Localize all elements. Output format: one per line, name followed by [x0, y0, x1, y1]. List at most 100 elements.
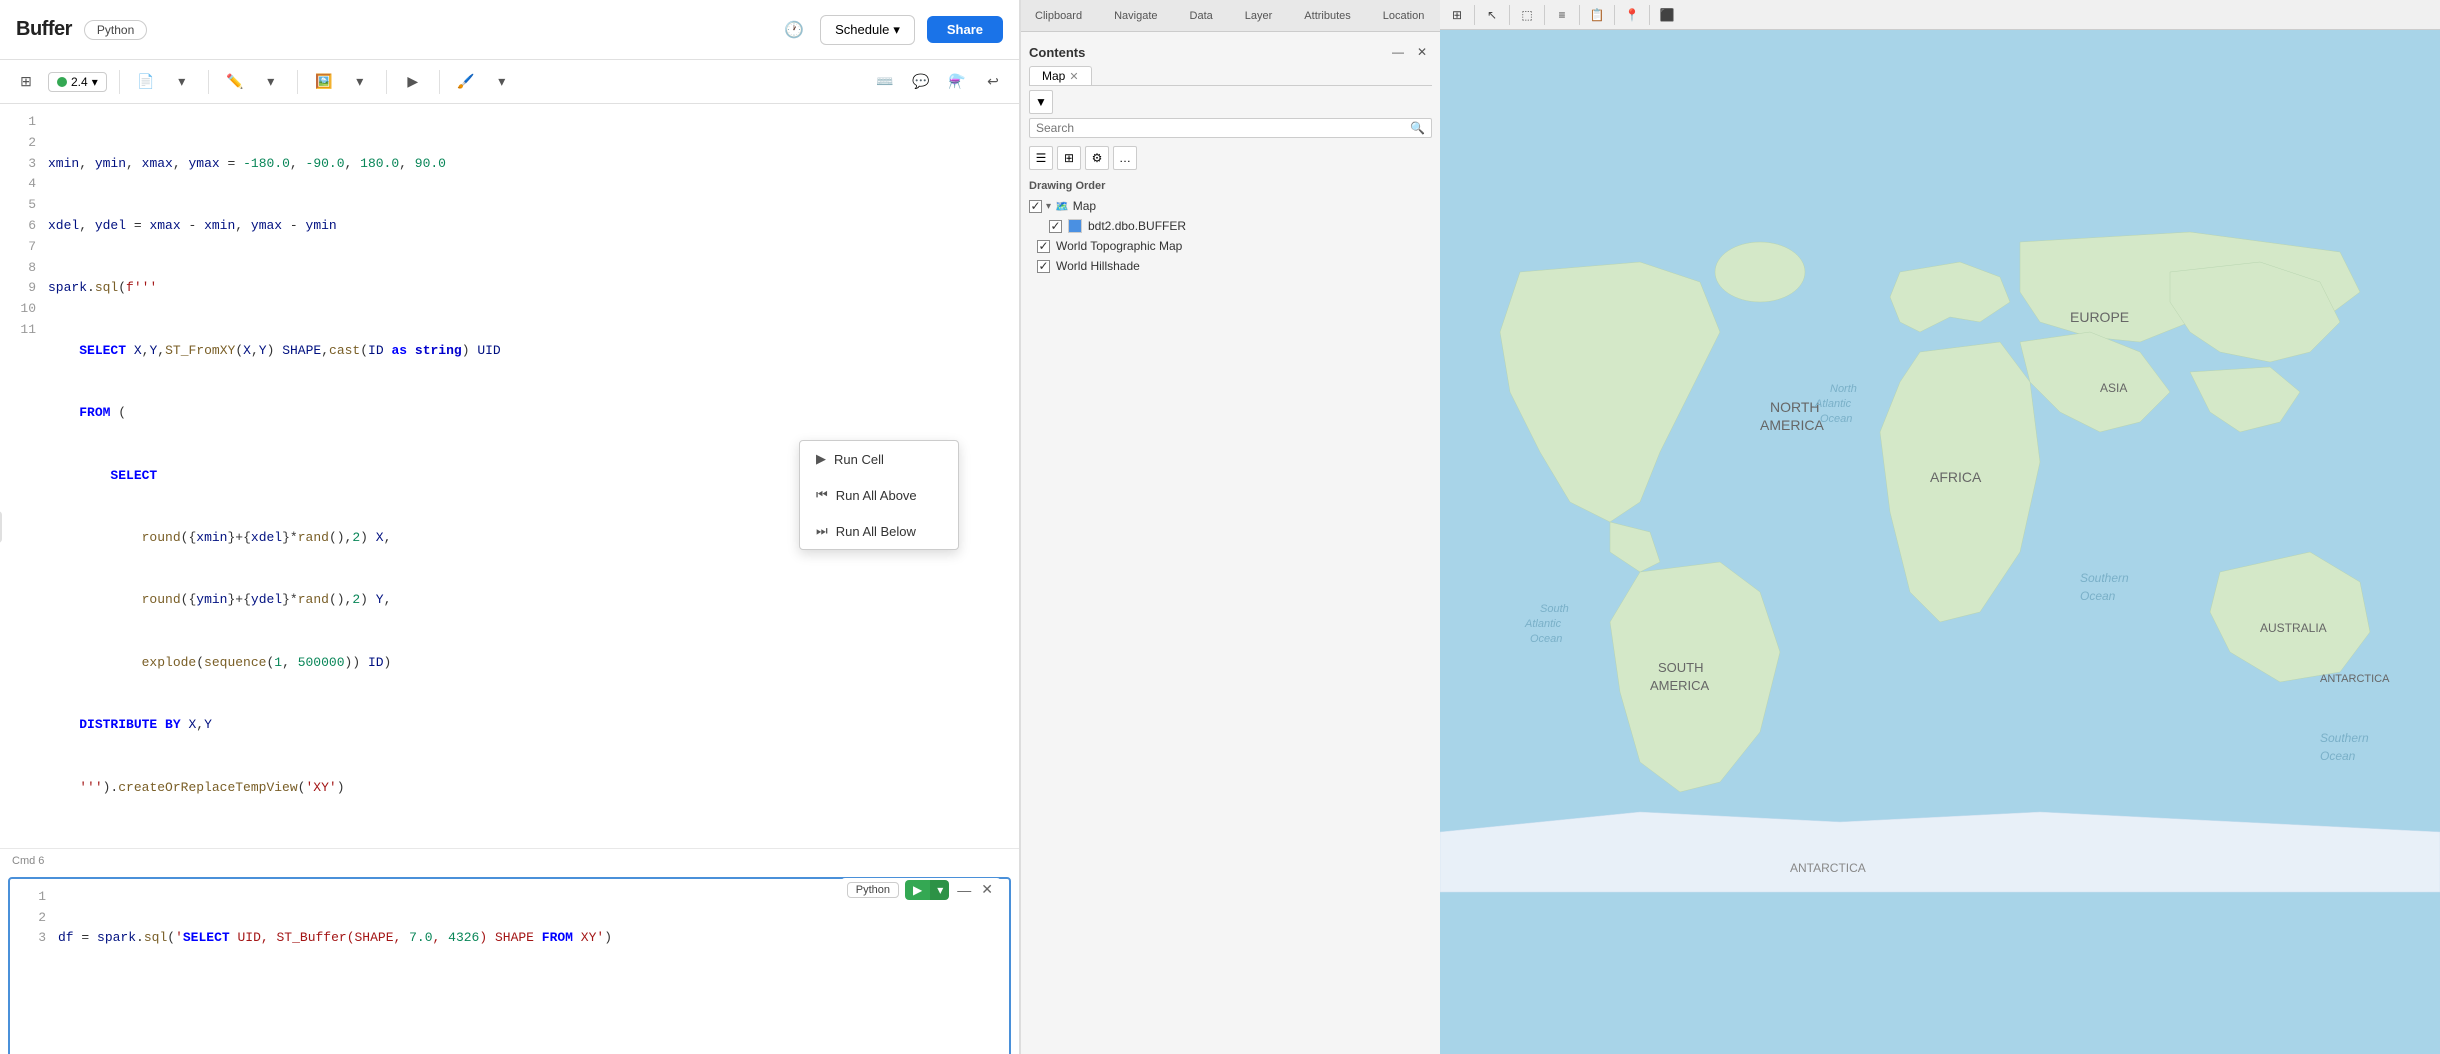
- minimize-panel-button[interactable]: —: [1388, 42, 1408, 62]
- buffer-layer-item[interactable]: ✓ bdt2.dbo.BUFFER: [1029, 216, 1432, 236]
- cell-minimize-button[interactable]: —: [955, 882, 973, 898]
- svg-text:AFRICA: AFRICA: [1930, 469, 1982, 485]
- map-group-layer[interactable]: ✓ ▾ 🗺️ Map: [1029, 196, 1432, 216]
- map-tab[interactable]: Map ✕: [1029, 66, 1092, 85]
- filter-by-type-button[interactable]: ▼: [1029, 90, 1053, 114]
- selection-tool-button[interactable]: ⬛: [1654, 2, 1680, 28]
- svg-text:ANTARCTICA: ANTARCTICA: [1790, 861, 1866, 875]
- sidebar-toggle[interactable]: ›: [0, 511, 2, 543]
- toolbar-divider-5: [439, 70, 440, 94]
- location-tab[interactable]: Location: [1375, 6, 1433, 26]
- cells-area: 12345 67891011 xmin, ymin, xmax, ymax = …: [0, 104, 1019, 1054]
- map-view[interactable]: NORTH AMERICA EUROPE ASIA AFRICA SOUTH A…: [1440, 30, 2440, 1054]
- select-tool-button[interactable]: ⬚: [1514, 2, 1540, 28]
- cell-close-button[interactable]: ✕: [979, 881, 995, 898]
- world-topo-label: World Topographic Map: [1056, 239, 1182, 253]
- run-all-above-label: Run All Above: [836, 488, 917, 503]
- clipboard-tab[interactable]: Clipboard: [1027, 6, 1090, 26]
- attributes-tab[interactable]: Attributes: [1296, 6, 1358, 26]
- svg-text:SOUTH: SOUTH: [1658, 660, 1704, 675]
- flask-icon[interactable]: ⚗️: [943, 68, 971, 96]
- filter-bar: ☰ ⊞ ⚙ …: [1029, 142, 1432, 174]
- buffer-layer-label: bdt2.dbo.BUFFER: [1088, 219, 1186, 233]
- keyboard-icon[interactable]: ⌨️: [871, 68, 899, 96]
- map-group-checkbox[interactable]: ✓: [1029, 200, 1042, 213]
- run-all-below-icon: ⏭: [816, 523, 828, 539]
- expand-map-arrow: ▾: [1046, 201, 1051, 212]
- cell-2-code[interactable]: 123 df = spark.sql('SELECT UID, ST_Buffe…: [10, 879, 1009, 1054]
- layer-tool-button[interactable]: ≡: [1549, 2, 1575, 28]
- brush-icon[interactable]: 🖌️: [452, 68, 480, 96]
- run-all-below-menu-item[interactable]: ⏭ Run All Below: [800, 513, 958, 549]
- buffer-layer-checkbox[interactable]: ✓: [1049, 220, 1062, 233]
- tool-divider-5: [1614, 5, 1615, 25]
- svg-text:Atlantic: Atlantic: [1814, 398, 1852, 410]
- arcgis-map-toolbar: ⊞ ↖ ⬚ ≡ 📋 📍 ⬛: [1440, 0, 2440, 30]
- cell-language-badge: Python: [847, 882, 899, 898]
- arcgis-top-ribbon: Clipboard Navigate Data Layer Attributes…: [1021, 0, 1440, 32]
- image-icon[interactable]: 🖼️: [310, 68, 338, 96]
- edit-chevron-icon[interactable]: ▾: [257, 68, 285, 96]
- svg-text:Ocean: Ocean: [2320, 749, 2356, 763]
- contents-title: Contents: [1029, 45, 1085, 60]
- svg-text:Ocean: Ocean: [1530, 633, 1562, 645]
- run-all-below-label: Run All Below: [836, 524, 916, 539]
- run-cell-button[interactable]: ▶: [905, 880, 930, 900]
- version-selector[interactable]: 2.4 ▾: [48, 72, 107, 92]
- buffer-layer-color-swatch: [1068, 219, 1082, 233]
- doc-icon[interactable]: 📄: [132, 68, 160, 96]
- run-all-above-menu-item[interactable]: ⏮ Run All Above: [800, 477, 958, 513]
- copy-tool-button[interactable]: ⊞: [1444, 2, 1470, 28]
- layer-tab[interactable]: Layer: [1237, 6, 1281, 26]
- cell-2-content: df = spark.sql('SELECT UID, ST_Buffer(SH…: [58, 887, 1009, 1054]
- run-dropdown-chevron-button[interactable]: ▾: [930, 880, 949, 900]
- map-view-panel: ⊞ ↖ ⬚ ≡ 📋 📍 ⬛: [1440, 0, 2440, 1054]
- svg-text:NORTH: NORTH: [1770, 399, 1820, 415]
- data-tab[interactable]: Data: [1182, 6, 1221, 26]
- edit-icon[interactable]: ✏️: [221, 68, 249, 96]
- image-chevron-icon[interactable]: ▾: [346, 68, 374, 96]
- svg-text:AUSTRALIA: AUSTRALIA: [2260, 621, 2327, 635]
- history-icon[interactable]: ↩: [979, 68, 1007, 96]
- run-icon[interactable]: ▶: [399, 68, 427, 96]
- cell-2-line-numbers: 123: [10, 887, 58, 1054]
- layer-list-icon[interactable]: ☰: [1029, 146, 1053, 170]
- share-button[interactable]: Share: [927, 16, 1003, 43]
- navigate-tab[interactable]: Navigate: [1106, 6, 1165, 26]
- map-tab-close-icon[interactable]: ✕: [1069, 70, 1078, 83]
- world-hillshade-checkbox[interactable]: ✓: [1037, 260, 1050, 273]
- grid-view-icon[interactable]: ⊞: [1057, 146, 1081, 170]
- arcgis-contents-panel: Contents — ✕ Map ✕ ▼ 🔍 ☰ ⊞ ⚙ …: [1021, 32, 1440, 282]
- world-topo-layer[interactable]: ✓ World Topographic Map: [1029, 236, 1432, 256]
- cluster-icon[interactable]: ⊞: [12, 68, 40, 96]
- navigate-tool-button[interactable]: ↖: [1479, 2, 1505, 28]
- world-hillshade-layer[interactable]: ✓ World Hillshade: [1029, 256, 1432, 276]
- close-panel-button[interactable]: ✕: [1412, 42, 1432, 62]
- chevron-down-icon[interactable]: ▾: [168, 68, 196, 96]
- search-box: 🔍: [1029, 118, 1432, 138]
- search-input[interactable]: [1036, 121, 1410, 135]
- world-topo-checkbox[interactable]: ✓: [1037, 240, 1050, 253]
- svg-text:ASIA: ASIA: [2100, 381, 2127, 395]
- contents-controls: — ✕: [1388, 42, 1432, 62]
- more-options-icon[interactable]: …: [1113, 146, 1137, 170]
- notebook-toolbar: ⊞ 2.4 ▾ 📄 ▾ ✏️ ▾ 🖼️ ▾ ▶ 🖌️ ▾ ⌨️ 💬 ⚗️ ↩: [0, 60, 1019, 104]
- comment-icon[interactable]: 💬: [907, 68, 935, 96]
- map-group-label: Map: [1073, 199, 1096, 213]
- toolbar-divider-1: [119, 70, 120, 94]
- svg-text:South: South: [1540, 603, 1569, 615]
- world-hillshade-label: World Hillshade: [1056, 259, 1140, 273]
- location-tool-button[interactable]: 📍: [1619, 2, 1645, 28]
- svg-text:Atlantic: Atlantic: [1524, 618, 1562, 630]
- schedule-label: Schedule: [835, 22, 889, 37]
- toolbar-divider-2: [208, 70, 209, 94]
- options-icon[interactable]: ⚙: [1085, 146, 1109, 170]
- map-tab-label: Map: [1042, 69, 1065, 83]
- attributes-tool-button[interactable]: 📋: [1584, 2, 1610, 28]
- notebook-panel: Buffer Python 🕐 Schedule ▾ Share ⊞ 2.4 ▾…: [0, 0, 1020, 1054]
- svg-text:AMERICA: AMERICA: [1760, 417, 1824, 433]
- cell-2-active[interactable]: Python ▶ ▾ — ✕ 123 df = spark.sql('SELEC…: [8, 877, 1011, 1054]
- run-cell-menu-item[interactable]: ▶ Run Cell: [800, 441, 958, 477]
- brush-chevron-icon[interactable]: ▾: [488, 68, 516, 96]
- schedule-button[interactable]: Schedule ▾: [820, 15, 915, 45]
